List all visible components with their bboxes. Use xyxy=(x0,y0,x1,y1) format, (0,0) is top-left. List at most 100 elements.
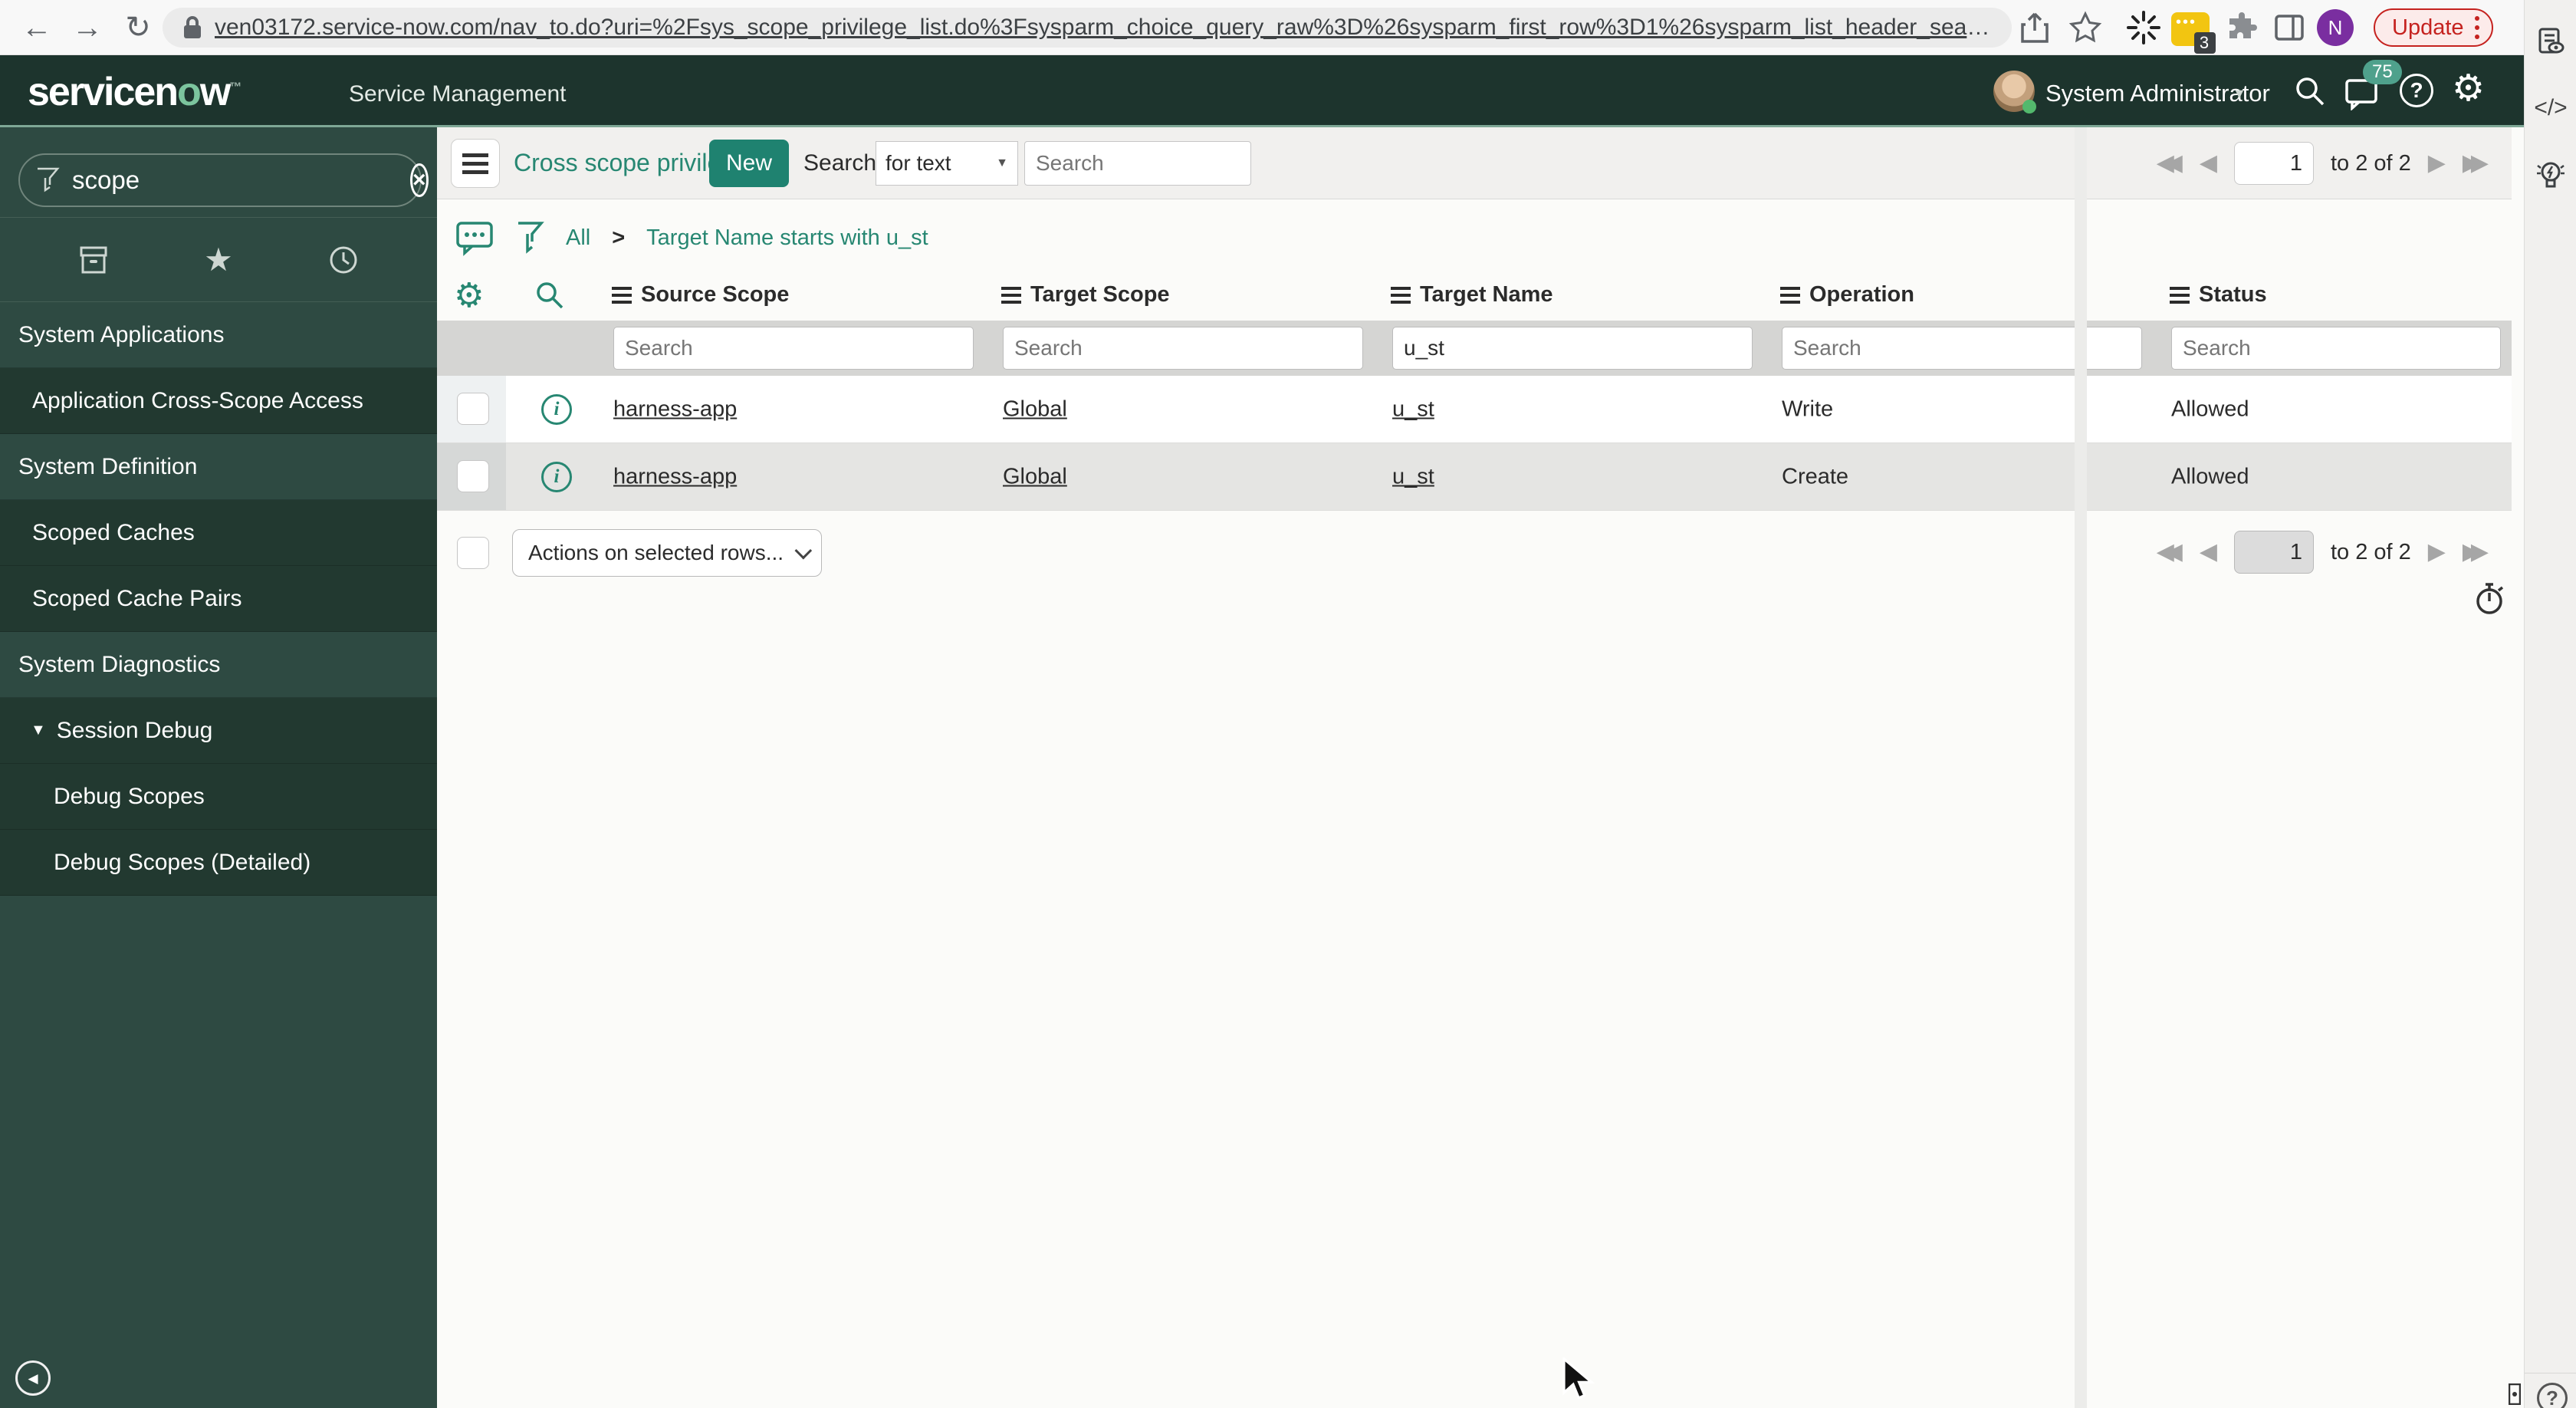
global-search-icon[interactable] xyxy=(2292,74,2328,109)
page-number-input[interactable] xyxy=(2233,142,2314,185)
strip-bottom: ? xyxy=(2525,1373,2576,1408)
expand-caret-icon[interactable]: ▼ xyxy=(31,722,46,739)
browser-profile-avatar[interactable]: N xyxy=(2317,9,2354,46)
next-page-icon[interactable]: ▶ xyxy=(2428,152,2446,175)
breadcrumb-all[interactable]: All xyxy=(566,225,590,251)
column-search-toggle-icon[interactable] xyxy=(534,279,566,311)
list-scrollbar[interactable] xyxy=(2075,127,2087,1408)
filter-target-scope-input[interactable] xyxy=(1003,327,1363,370)
search-type-select[interactable]: for text ▼ xyxy=(876,141,1018,186)
pagination-top: ◀◀ ◀ to 2 of 2 ▶ ▶▶ xyxy=(2157,142,2489,185)
reload-icon[interactable]: ↻ xyxy=(120,9,156,46)
code-panel-icon[interactable]: </> xyxy=(2525,95,2576,121)
filter-status-input[interactable] xyxy=(2171,327,2501,370)
extensions-puzzle-icon[interactable] xyxy=(2225,11,2259,44)
cell-target-name[interactable]: u_st xyxy=(1392,396,1434,422)
sidebar-item-session-debug[interactable]: ▼ Session Debug xyxy=(0,698,437,764)
bookmark-star-icon[interactable] xyxy=(2068,11,2102,44)
filter-funnel-icon xyxy=(35,166,60,194)
actions-select[interactable]: Actions on selected rows... xyxy=(512,529,822,577)
url-text[interactable]: ven03172.service-now.com/nav_to.do?uri=%… xyxy=(215,15,1992,41)
column-menu-icon[interactable] xyxy=(1391,286,1411,304)
cell-target-scope[interactable]: Global xyxy=(1003,464,1067,489)
column-menu-icon[interactable] xyxy=(2170,286,2190,304)
app-header: servicenow™ Service Management System Ad… xyxy=(0,55,2524,127)
browser-menu-icon[interactable] xyxy=(2474,16,2479,39)
user-caret-icon[interactable]: ▼ xyxy=(2233,86,2246,102)
reading-list-icon[interactable] xyxy=(2525,26,2576,57)
row-checkbox[interactable] xyxy=(457,393,489,425)
prev-page-icon[interactable]: ◀ xyxy=(2200,152,2217,175)
forward-icon[interactable]: → xyxy=(69,9,106,46)
navigator-search-box[interactable]: × xyxy=(18,153,429,207)
cell-operation: Write xyxy=(1782,396,1834,421)
page-number-input[interactable] xyxy=(2233,531,2314,574)
all-applications-tab-icon[interactable] xyxy=(77,245,110,275)
filter-operation-input[interactable] xyxy=(1782,327,2142,370)
dock-panel-icon[interactable] xyxy=(2509,1383,2521,1405)
settings-gear-icon[interactable]: ⚙ xyxy=(2452,71,2485,107)
new-record-button[interactable]: New xyxy=(709,140,790,187)
list-comments-icon[interactable] xyxy=(455,219,494,256)
sidebar-item-system-definition[interactable]: System Definition xyxy=(0,434,437,500)
mouse-cursor xyxy=(1562,1357,1595,1400)
breadcrumb: All > Target Name starts with u_st xyxy=(455,219,928,256)
row-checkbox[interactable] xyxy=(457,460,489,492)
cell-source-scope[interactable]: harness-app xyxy=(613,464,737,489)
browser-update-button[interactable]: Update xyxy=(2374,8,2493,47)
cell-target-name[interactable]: u_st xyxy=(1392,464,1434,489)
filter-target-name-input[interactable] xyxy=(1392,327,1753,370)
address-bar[interactable]: ven03172.service-now.com/nav_to.do?uri=%… xyxy=(163,8,2012,48)
history-tab-icon[interactable] xyxy=(327,244,360,276)
help-corner-icon[interactable]: ? xyxy=(2537,1383,2568,1408)
record-info-icon[interactable]: i xyxy=(541,394,572,425)
cell-source-scope[interactable]: harness-app xyxy=(613,396,737,422)
column-header-source-scope[interactable]: Source Scope xyxy=(612,282,789,308)
first-page-icon[interactable]: ◀◀ xyxy=(2157,541,2183,564)
response-time-icon[interactable] xyxy=(2473,581,2507,617)
column-menu-icon[interactable] xyxy=(612,286,632,304)
filter-source-scope-input[interactable] xyxy=(613,327,974,370)
column-menu-icon[interactable] xyxy=(1780,286,1800,304)
next-page-icon[interactable]: ▶ xyxy=(2428,541,2446,564)
last-page-icon[interactable]: ▶▶ xyxy=(2463,541,2489,564)
prev-page-icon[interactable]: ◀ xyxy=(2200,541,2217,564)
first-page-icon[interactable]: ◀◀ xyxy=(2157,152,2183,175)
sidebar-item-scoped-cache-pairs[interactable]: Scoped Cache Pairs xyxy=(0,566,437,632)
table-row[interactable]: i harness-app Global u_st Create Allowed xyxy=(437,443,2512,511)
sidebar-item-system-diagnostics[interactable]: System Diagnostics xyxy=(0,632,437,698)
extension-spinner-icon[interactable] xyxy=(2125,9,2162,46)
clear-search-icon[interactable]: × xyxy=(410,163,429,197)
cell-target-scope[interactable]: Global xyxy=(1003,396,1067,422)
lock-icon xyxy=(182,15,202,40)
list-personalize-gear-icon[interactable]: ⚙ xyxy=(454,276,484,315)
sidebar-item-application-cross-scope-access[interactable]: Application Cross-Scope Access xyxy=(0,368,437,434)
column-menu-icon[interactable] xyxy=(1001,286,1021,304)
collapse-sidebar-button[interactable]: ◀ xyxy=(15,1360,51,1396)
user-avatar[interactable] xyxy=(1993,71,2036,113)
list-context-menu-button[interactable] xyxy=(451,139,500,188)
share-icon[interactable] xyxy=(2019,11,2050,44)
back-icon[interactable]: ← xyxy=(18,9,55,46)
column-header-target-scope[interactable]: Target Scope xyxy=(1001,282,1170,308)
table-row[interactable]: i harness-app Global u_st Write Allowed xyxy=(437,376,2512,443)
navigator-search-input[interactable] xyxy=(72,166,398,195)
select-all-checkbox[interactable] xyxy=(457,537,489,569)
side-panel-icon[interactable] xyxy=(2272,11,2306,44)
column-header-target-name[interactable]: Target Name xyxy=(1391,282,1553,308)
sidebar-item-debug-scopes-detailed[interactable]: Debug Scopes (Detailed) xyxy=(0,830,437,896)
filter-icon[interactable] xyxy=(515,220,544,255)
sidebar-item-system-applications[interactable]: System Applications xyxy=(0,302,437,368)
extension-yellow-icon[interactable]: ••• 3 xyxy=(2171,12,2216,54)
favorites-tab-icon[interactable]: ★ xyxy=(204,243,233,275)
help-icon[interactable]: ? xyxy=(2400,74,2433,107)
record-info-icon[interactable]: i xyxy=(541,462,572,492)
sidebar-item-debug-scopes[interactable]: Debug Scopes xyxy=(0,764,437,830)
column-header-status[interactable]: Status xyxy=(2170,282,2267,308)
list-search-input[interactable] xyxy=(1024,141,1251,186)
column-header-operation[interactable]: Operation xyxy=(1780,282,1914,308)
sidebar-item-scoped-caches[interactable]: Scoped Caches xyxy=(0,500,437,566)
breadcrumb-filter[interactable]: Target Name starts with u_st xyxy=(646,225,928,251)
last-page-icon[interactable]: ▶▶ xyxy=(2463,152,2489,175)
lightbulb-hint-icon[interactable] xyxy=(2525,158,2576,195)
